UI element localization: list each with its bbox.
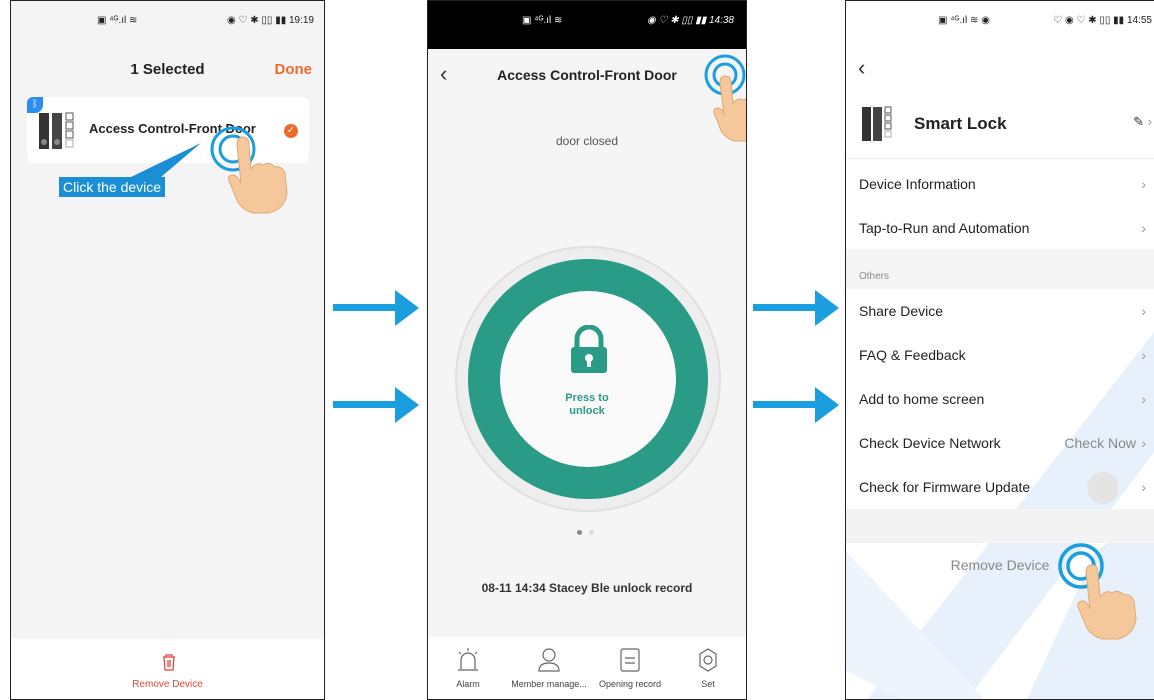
- section-label: Others: [859, 271, 890, 282]
- menu-item-label: Check for Firmware Update: [859, 479, 1031, 495]
- page-dots: [577, 522, 595, 540]
- menu-item-label: Tap-to-Run and Automation: [859, 220, 1030, 236]
- device-thumbnail-icon: [39, 112, 74, 149]
- chevron-right-icon: ›: [1141, 220, 1146, 236]
- tab-opening-record[interactable]: Opening record: [592, 647, 668, 689]
- chevron-right-icon: ›: [1141, 391, 1146, 407]
- press-to-unlock-button[interactable]: Press to unlock: [428, 392, 746, 418]
- menu-item-tap-to-run[interactable]: Tap-to-Run and Automation ›: [846, 206, 1154, 250]
- tab-member-manage[interactable]: Member manage...: [511, 647, 587, 689]
- arrow-right-icon: [753, 387, 839, 423]
- menu-item-add-to-home-screen[interactable]: Add to home screen ›: [846, 377, 1154, 421]
- unlock-record[interactable]: 08-11 14:34 Stacey Ble unlock record: [428, 581, 746, 595]
- tap-hand-icon: [713, 75, 746, 142]
- tab-alarm[interactable]: Alarm: [438, 647, 498, 689]
- settings-icon: [699, 648, 717, 672]
- click-device-tooltip: Click the device: [59, 177, 166, 197]
- tap-hand-icon: [1077, 564, 1137, 640]
- signal-icon: ▣ ⁴ᴳ.ıl ≋: [522, 15, 563, 26]
- phone-screen-lock-control: ▣ ⁴ᴳ.ıl ≋ ◉ ♡ ✱ ▯▯ ▮▮ 14:38 ‹ Access Con…: [427, 0, 747, 700]
- menu-item-label: Add to home screen: [859, 391, 985, 407]
- tab-label: Set: [701, 679, 715, 689]
- press-label-line1: Press to: [565, 392, 609, 404]
- status-bar: ▣ ⁴ᴳ.ıl ≋ ◉ ♡ ◉ ♡ ✱ ▯▯ ▮▮ 14:55: [846, 1, 1154, 39]
- trash-icon[interactable]: [161, 653, 177, 671]
- menu-item-label: Check Device Network: [859, 435, 1001, 451]
- loading-indicator-icon: [1087, 472, 1119, 504]
- remove-device-button[interactable]: Remove Device: [11, 679, 324, 690]
- tab-label: Alarm: [456, 679, 480, 689]
- tap-hand-icon: [228, 136, 288, 214]
- arrow-right-icon: [753, 290, 839, 326]
- menu-item-label: Share Device: [859, 303, 944, 319]
- status-right: ◉ ♡ ✱ ▯▯ ▮▮ 19:19: [227, 15, 314, 26]
- arrow-right-icon: [333, 290, 419, 326]
- divider: [846, 158, 1154, 159]
- menu-item-firmware-update[interactable]: Check for Firmware Update ›: [846, 465, 1154, 509]
- arrow-right-icon: [333, 387, 419, 423]
- menu-item-share-device[interactable]: Share Device ›: [846, 289, 1154, 333]
- status-right: ♡ ◉ ♡ ✱ ▯▯ ▮▮ 14:55: [1053, 15, 1152, 26]
- bottom-tab-bar: Alarm Member manage... Opening record Se…: [428, 637, 746, 699]
- device-thumbnail-icon: [862, 106, 892, 141]
- chevron-right-icon: ›: [1141, 435, 1146, 451]
- padlock-icon[interactable]: [567, 325, 611, 375]
- chevron-right-icon: ›: [1141, 347, 1146, 363]
- done-button[interactable]: Done: [275, 61, 313, 78]
- status-bar: ▣ ⁴ᴳ.ıl ≋ ◉ ♡ ✱ ▯▯ ▮▮ 19:19: [11, 1, 324, 39]
- device-title: Smart Lock: [914, 114, 1007, 133]
- press-label-line2: unlock: [569, 405, 605, 417]
- door-status: door closed: [555, 134, 619, 148]
- tooltip-pointer-icon: [131, 143, 201, 177]
- member-icon: [538, 648, 560, 672]
- chevron-right-icon: ›: [1141, 176, 1146, 192]
- status-bar: ▣ ⁴ᴳ.ıl ≋ ◉ ♡ ✱ ▯▯ ▮▮ 14:38: [428, 1, 746, 49]
- tab-set[interactable]: Set: [678, 647, 738, 689]
- phone-screen-device-settings: ▣ ⁴ᴳ.ıl ≋ ◉ ♡ ◉ ♡ ✱ ▯▯ ▮▮ 14:55 ‹ Smart …: [845, 0, 1154, 700]
- alarm-icon: [458, 648, 478, 671]
- section-spacer: [846, 509, 1154, 543]
- check-now-value: Check Now: [1064, 435, 1136, 451]
- status-right: ◉ ♡ ✱ ▯▯ ▮▮ 14:38: [647, 15, 734, 26]
- tab-label: Member manage...: [511, 679, 587, 689]
- menu-item-label: FAQ & Feedback: [859, 347, 966, 363]
- phone-screen-select-device: ▣ ⁴ᴳ.ıl ≋ ◉ ♡ ✱ ▯▯ ▮▮ 19:19 1 Selected D…: [10, 0, 325, 700]
- page-title: Access Control-Front Door: [497, 67, 677, 83]
- unlock-dial: [455, 246, 721, 512]
- signal-icon: ▣ ⁴ᴳ.ıl ≋ ◉: [938, 15, 990, 26]
- section-header: Others: [846, 249, 1154, 289]
- back-icon[interactable]: ‹: [858, 55, 865, 81]
- signal-icon: ▣ ⁴ᴳ.ıl ≋: [97, 15, 138, 26]
- menu-item-check-device-network[interactable]: Check Device Network Check Now ›: [846, 421, 1154, 465]
- chevron-right-icon: ›: [1141, 479, 1146, 495]
- tab-label: Opening record: [598, 679, 662, 689]
- menu-item-faq-feedback[interactable]: FAQ & Feedback ›: [846, 333, 1154, 377]
- record-icon: [620, 648, 640, 672]
- menu-item-device-information[interactable]: Device Information ›: [846, 162, 1154, 206]
- edit-icon[interactable]: ✎ ›: [1133, 114, 1152, 130]
- menu-item-label: Device Information: [859, 176, 976, 192]
- chevron-right-icon: ›: [1141, 303, 1146, 319]
- bottom-bar: Remove Device: [11, 639, 324, 699]
